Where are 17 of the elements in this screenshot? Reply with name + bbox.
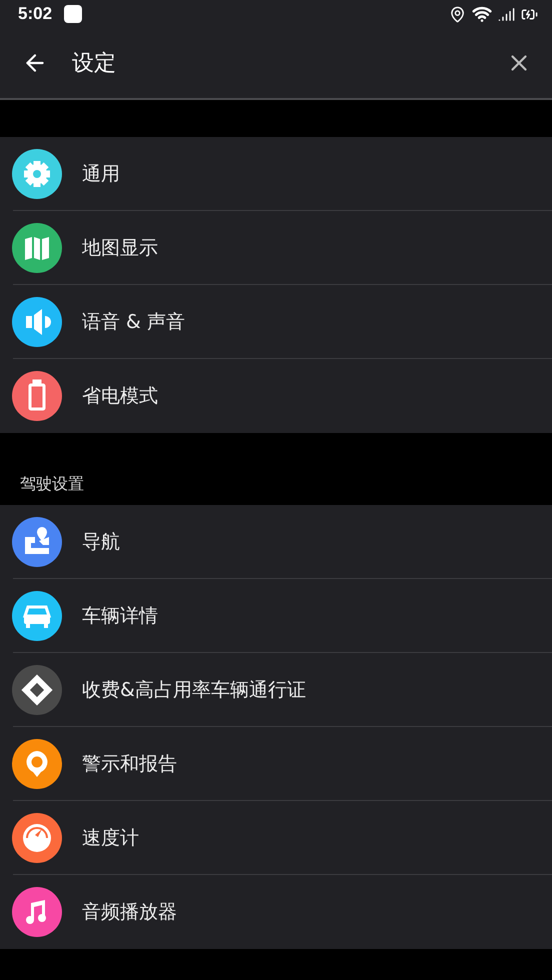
- settings-item[interactable]: 地图显示: [0, 211, 552, 285]
- settings-item[interactable]: 警示和报告: [0, 727, 552, 801]
- settings-item[interactable]: 速度计: [0, 801, 552, 875]
- section-header: 驾驶设置: [20, 474, 84, 495]
- settings-item[interactable]: 车辆详情: [0, 579, 552, 653]
- app-notification-icon: [64, 5, 82, 23]
- settings-item[interactable]: 音频播放器: [0, 875, 552, 949]
- status-time: 5:02: [18, 4, 52, 24]
- signal-icon: [498, 6, 515, 22]
- settings-item[interactable]: 收费&高占用率车辆通行证: [0, 653, 552, 727]
- settings-item[interactable]: 语音 & 声音: [0, 285, 552, 359]
- settings-item[interactable]: 通用: [0, 137, 552, 211]
- wifi-icon: [472, 4, 492, 24]
- location-icon: [449, 6, 466, 22]
- settings-item[interactable]: 省电模式: [0, 359, 552, 433]
- page-title: 设定: [72, 50, 117, 78]
- settings-item[interactable]: 导航: [0, 505, 552, 579]
